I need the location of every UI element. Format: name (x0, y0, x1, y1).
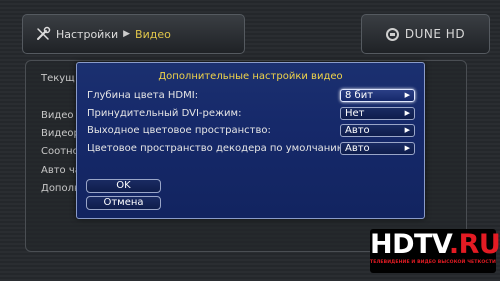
advanced-video-settings-dialog: Дополнительные настройки видео Глубина ц… (76, 62, 425, 219)
logo-suffix: .RU (448, 229, 500, 260)
breadcrumb-root: Настройки (56, 27, 119, 41)
bg-item-video-mode[interactable]: Видеор (41, 128, 80, 139)
bg-item-aspect[interactable]: Соотно (41, 146, 79, 157)
breadcrumb-bar: Настройки ▶ Видео (22, 14, 245, 54)
hdmi-color-depth-value: 8 бит (345, 90, 374, 101)
hdtv-watermark-logo: HDTV.RU ТЕЛЕВИДЕНИЕ И ВИДЕО ВЫСОКОЙ ЧЕТК… (370, 229, 500, 273)
force-dvi-label: Принудительный DVI-режим: (87, 108, 242, 119)
bg-item-advanced[interactable]: Дополн (41, 183, 81, 194)
logo-main-text: HDTV (370, 229, 449, 260)
hdmi-color-depth-select[interactable]: 8 бит ▶ (340, 89, 415, 102)
breadcrumb-separator-icon: ▶ (123, 29, 131, 39)
arrow-right-icon: ▶ (404, 91, 410, 99)
decoder-color-space-value: Авто (345, 143, 370, 154)
arrow-right-icon: ▶ (404, 126, 410, 134)
decoder-color-space-select[interactable]: Авто ▶ (340, 142, 415, 155)
tools-icon (35, 26, 51, 42)
arrow-right-icon: ▶ (404, 109, 410, 117)
dialog-title: Дополнительные настройки видео (158, 71, 343, 82)
cancel-button[interactable]: Отмена (86, 196, 161, 210)
brand-bar: DUNE HD (361, 14, 490, 54)
arrow-right-icon: ▶ (404, 144, 410, 152)
decoder-color-space-label: Цветовое пространство декодера по умолча… (87, 143, 349, 154)
output-color-space-value: Авто (345, 125, 370, 136)
bg-item-auto-framerate[interactable]: Авто ча (41, 165, 81, 176)
logo-subtitle: ТЕЛЕВИДЕНИЕ И ВИДЕО ВЫСОКОЙ ЧЕТКОСТИ (370, 260, 496, 265)
breadcrumb-current: Видео (135, 27, 171, 41)
output-color-space-label: Выходное цветовое пространство: (87, 125, 271, 136)
force-dvi-select[interactable]: Нет ▶ (340, 107, 415, 120)
hdmi-color-depth-label: Глубина цвета HDMI: (87, 90, 199, 101)
dune-logo-icon (385, 27, 399, 41)
brand-name: DUNE HD (404, 27, 466, 41)
bg-item-current[interactable]: Текущ (41, 73, 75, 84)
force-dvi-value: Нет (345, 108, 365, 119)
output-color-space-select[interactable]: Авто ▶ (340, 124, 415, 137)
logo-text: HDTV.RU (370, 229, 500, 260)
ok-button[interactable]: OK (86, 179, 161, 193)
bg-item-video[interactable]: Видео (41, 110, 74, 121)
